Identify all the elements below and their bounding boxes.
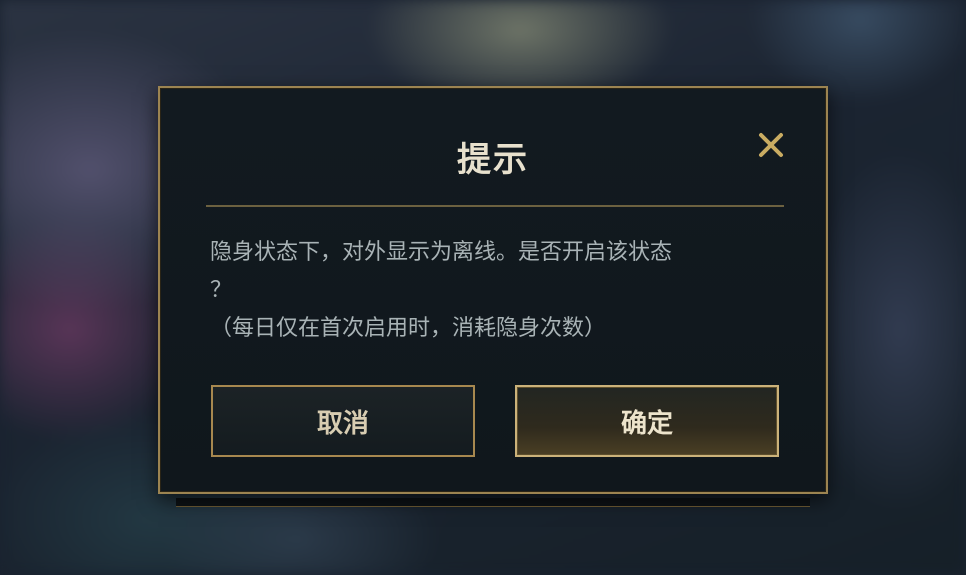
confirm-button[interactable]: 确定 [515, 385, 779, 457]
game-screen: 提示 隐身状态下，对外显示为离线。是否开启该状态 ？ （每日仅在首次启用时，消耗… [0, 0, 966, 575]
dialog-title: 提示 [457, 140, 529, 180]
cancel-button[interactable]: 取消 [211, 385, 475, 457]
message-note: （每日仅在首次启用时，消耗隐身次数） [210, 316, 607, 341]
dialog-base-shadow [176, 498, 810, 507]
title-divider [206, 205, 784, 207]
message-line-2: ？ [210, 278, 233, 303]
message-line-1: 隐身状态下，对外显示为离线。是否开启该状态 [210, 240, 673, 265]
prompt-dialog: 提示 隐身状态下，对外显示为离线。是否开启该状态 ？ （每日仅在首次启用时，消耗… [158, 86, 828, 494]
close-icon [759, 133, 783, 157]
dialog-message: 隐身状态下，对外显示为离线。是否开启该状态 ？ （每日仅在首次启用时，消耗隐身次… [210, 234, 782, 348]
close-button[interactable] [756, 130, 786, 160]
